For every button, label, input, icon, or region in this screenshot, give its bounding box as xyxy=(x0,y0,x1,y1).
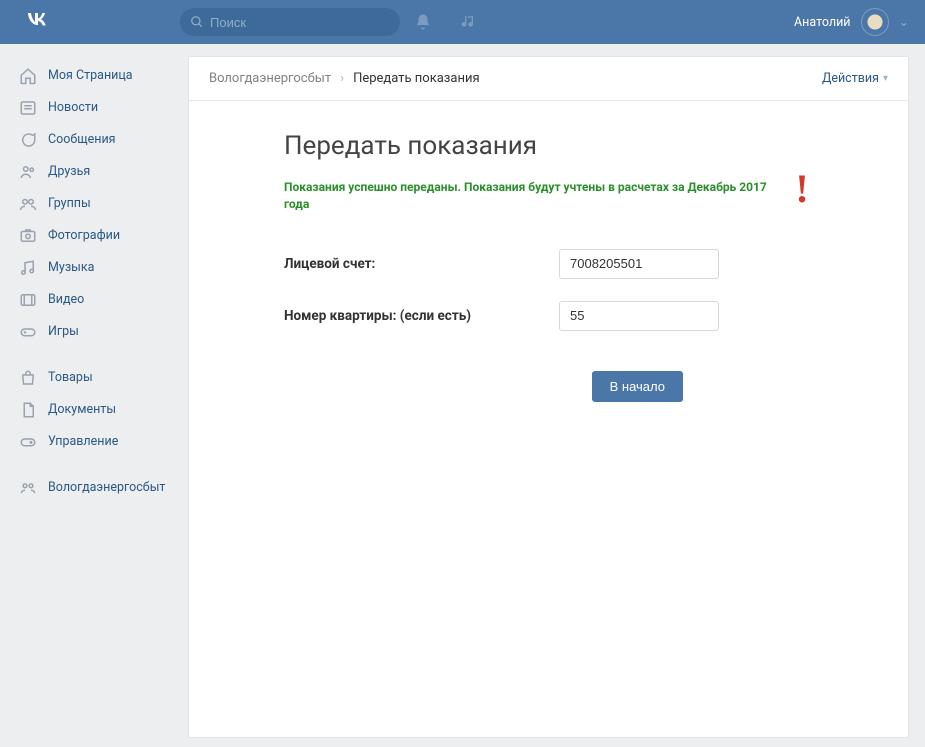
sidebar-item-friends[interactable]: Друзья xyxy=(12,156,176,188)
main-card: Вологдаэнергосбыт › Передать показания Д… xyxy=(188,56,909,738)
apartment-label: Номер квартиры: (если есть) xyxy=(284,308,559,324)
account-label: Лицевой счет: xyxy=(284,256,559,272)
sidebar-item-label: Товары xyxy=(48,371,93,385)
breadcrumb-sep: › xyxy=(340,71,344,86)
sidebar-item-label: Вологдаэнергосбыт xyxy=(48,481,165,495)
sidebar-item-label: Моя Страница xyxy=(48,69,133,83)
top-icon-row xyxy=(414,13,478,31)
success-row: Показания успешно переданы. Показания бу… xyxy=(284,179,813,213)
sidebar-item-groups[interactable]: Группы xyxy=(12,188,176,220)
sidebar-item-label: Видео xyxy=(48,293,84,307)
sidebar-item-manage[interactable]: Управление xyxy=(12,426,176,458)
search-box[interactable] xyxy=(180,8,400,36)
sidebar-item-label: Фотографии xyxy=(48,229,120,243)
music-icon[interactable] xyxy=(460,13,478,31)
apartment-input[interactable] xyxy=(559,301,719,331)
account-input[interactable] xyxy=(559,249,719,279)
messages-icon xyxy=(18,130,38,150)
success-message: Показания успешно переданы. Показания бу… xyxy=(284,179,775,213)
sidebar-item-messages[interactable]: Сообщения xyxy=(12,124,176,156)
sidebar-item-market[interactable]: Товары xyxy=(12,362,176,394)
sidebar-item-label: Игры xyxy=(48,325,79,339)
sidebar-item-games[interactable]: Игры xyxy=(12,316,176,348)
sidebar-item-my-page[interactable]: Моя Страница xyxy=(12,60,176,92)
user-menu[interactable]: Анатолий ⌄ xyxy=(794,8,909,36)
chevron-down-icon: ▾ xyxy=(883,73,888,84)
button-row: В начало xyxy=(284,371,813,402)
group-icon xyxy=(18,478,38,498)
breadcrumb-bar: Вологдаэнергосбыт › Передать показания Д… xyxy=(189,57,908,101)
to-start-button[interactable]: В начало xyxy=(592,371,683,402)
video-icon xyxy=(18,290,38,310)
breadcrumb-current: Передать показания xyxy=(353,71,480,86)
sidebar-item-label: Друзья xyxy=(48,165,90,179)
search-icon xyxy=(190,15,204,29)
sidebar-item-label: Управление xyxy=(48,435,118,449)
actions-label: Действия xyxy=(822,71,879,86)
sidebar-item-label: Новости xyxy=(48,101,98,115)
groups-icon xyxy=(18,194,38,214)
manage-icon xyxy=(18,432,38,452)
music-note-icon xyxy=(18,258,38,278)
home-icon xyxy=(18,66,38,86)
sidebar-item-photos[interactable]: Фотографии xyxy=(12,220,176,252)
user-name: Анатолий xyxy=(794,15,851,30)
topbar: Анатолий ⌄ xyxy=(0,0,925,44)
sidebar-item-label: Сообщения xyxy=(48,133,116,147)
sidebar-item-docs[interactable]: Документы xyxy=(12,394,176,426)
page-title: Передать показания xyxy=(284,131,813,161)
vk-logo[interactable] xyxy=(26,7,50,37)
photos-icon xyxy=(18,226,38,246)
actions-dropdown[interactable]: Действия ▾ xyxy=(822,71,888,86)
sidebar-item-label: Музыка xyxy=(48,261,94,275)
search-input[interactable] xyxy=(210,15,390,30)
sidebar-item-label: Документы xyxy=(48,403,116,417)
sidebar-item-label: Группы xyxy=(48,197,91,211)
news-icon xyxy=(18,98,38,118)
sidebar-item-video[interactable]: Видео xyxy=(12,284,176,316)
docs-icon xyxy=(18,400,38,420)
avatar xyxy=(861,8,889,36)
account-row: Лицевой счет: xyxy=(284,249,813,279)
friends-icon xyxy=(18,162,38,182)
games-icon xyxy=(18,322,38,342)
market-icon xyxy=(18,368,38,388)
apartment-row: Номер квартиры: (если есть) xyxy=(284,301,813,331)
sidebar-item-music[interactable]: Музыка xyxy=(12,252,176,284)
exclamation-icon: ! xyxy=(795,173,808,205)
breadcrumb-root[interactable]: Вологдаэнергосбыт xyxy=(209,71,331,86)
chevron-down-icon: ⌄ xyxy=(899,14,909,30)
content: Передать показания Показания успешно пер… xyxy=(189,101,908,402)
bell-icon[interactable] xyxy=(414,13,432,31)
sidebar-item-vologda[interactable]: Вологдаэнергосбыт xyxy=(12,472,176,504)
sidebar: Моя Страница Новости Сообщения Друзья Гр… xyxy=(12,56,176,738)
sidebar-item-news[interactable]: Новости xyxy=(12,92,176,124)
